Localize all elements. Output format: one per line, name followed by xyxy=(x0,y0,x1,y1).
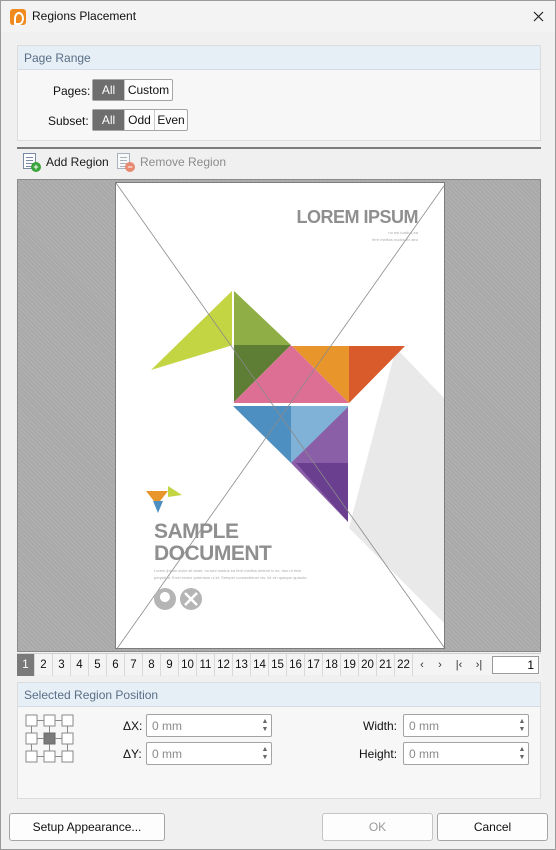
page-button-2[interactable]: 2 xyxy=(35,653,53,676)
page-button-4[interactable]: 4 xyxy=(71,653,89,676)
doc-body-2: perpetua. Errel erclue potentum ui et. S… xyxy=(154,575,307,580)
page-navigator: 1 2 3 4 5 6 7 8 9 10 11 12 13 14 15 16 17 18 19 20 21 22 ‹ › |… xyxy=(17,653,541,676)
page-button-18[interactable]: 18 xyxy=(323,653,341,676)
doc-title: LOREM IPSUM xyxy=(296,207,418,227)
anchor-grid-icon[interactable] xyxy=(25,714,75,764)
width-spinner-icon[interactable]: ▲ ▼ xyxy=(516,715,528,736)
next-page-button[interactable]: › xyxy=(431,654,449,676)
doc-body-1: Lorem ipsum dolor sit amet, no sed tuddu… xyxy=(154,568,301,573)
remove-region-icon: − xyxy=(115,152,135,172)
pages-selector: All Custom xyxy=(92,79,173,101)
region-position-header: Selected Region Position xyxy=(18,683,540,707)
dx-spinner-icon[interactable]: ▲ ▼ xyxy=(259,715,271,736)
page-button-20[interactable]: 20 xyxy=(359,653,377,676)
page-button-21[interactable]: 21 xyxy=(377,653,395,676)
cancel-button[interactable]: Cancel xyxy=(437,813,548,841)
add-region-button[interactable]: + Add Region xyxy=(21,152,109,172)
page-button-11[interactable]: 11 xyxy=(197,653,215,676)
page-button-8[interactable]: 8 xyxy=(143,653,161,676)
app-logo-icon xyxy=(10,9,26,25)
window-title: Regions Placement xyxy=(32,9,137,23)
close-icon xyxy=(533,11,543,22)
prev-page-button[interactable]: ‹ xyxy=(413,654,431,676)
height-value: 0 mm xyxy=(409,747,439,761)
page-button-5[interactable]: 5 xyxy=(89,653,107,676)
doc-subtitle-1: no est tuddus ea xyxy=(388,230,418,235)
width-field[interactable]: 0 mm ▲ ▼ xyxy=(403,714,529,737)
page-button-22[interactable]: 22 xyxy=(395,653,413,676)
page-button-13[interactable]: 13 xyxy=(233,653,251,676)
remove-region-button[interactable]: − Remove Region xyxy=(115,152,226,172)
subset-option-all[interactable]: All xyxy=(93,110,125,130)
page-button-14[interactable]: 14 xyxy=(251,653,269,676)
page-button-3[interactable]: 3 xyxy=(53,653,71,676)
page-button-12[interactable]: 12 xyxy=(215,653,233,676)
width-value: 0 mm xyxy=(409,719,439,733)
document-page-thumbnail: LOREM IPSUM no est tuddus ea ferri melit… xyxy=(115,182,445,649)
page-button-7[interactable]: 7 xyxy=(125,653,143,676)
subset-option-odd[interactable]: Odd xyxy=(125,110,155,130)
dy-field[interactable]: 0 mm ▲ ▼ xyxy=(146,742,272,765)
remove-region-label: Remove Region xyxy=(140,155,227,169)
doc-heading-2: DOCUMENT xyxy=(154,542,272,565)
last-page-button[interactable]: ›| xyxy=(470,654,488,676)
setup-appearance-button[interactable]: Setup Appearance... xyxy=(9,813,165,841)
page-button-15[interactable]: 15 xyxy=(269,653,287,676)
dy-label: ΔY: xyxy=(123,747,142,761)
page-button-16[interactable]: 16 xyxy=(287,653,305,676)
close-button[interactable] xyxy=(521,1,555,32)
dy-value: 0 mm xyxy=(152,747,182,761)
height-spinner-icon[interactable]: ▲ ▼ xyxy=(516,743,528,764)
first-page-button[interactable]: |‹ xyxy=(450,654,468,676)
page-button-6[interactable]: 6 xyxy=(107,653,125,676)
subset-option-even[interactable]: Even xyxy=(155,110,187,130)
dialog-window: Regions Placement Page Range Pages: All … xyxy=(0,0,556,850)
title-bar: Regions Placement xyxy=(1,1,555,32)
width-label: Width: xyxy=(363,719,398,733)
page-button-10[interactable]: 10 xyxy=(179,653,197,676)
pages-option-all[interactable]: All xyxy=(93,80,125,100)
pages-option-custom[interactable]: Custom xyxy=(125,80,172,100)
page-range-header: Page Range xyxy=(18,46,540,70)
page-button-19[interactable]: 19 xyxy=(341,653,359,676)
dy-spinner-icon[interactable]: ▲ ▼ xyxy=(259,743,271,764)
pages-label: Pages: xyxy=(53,84,91,98)
ok-button[interactable]: OK xyxy=(322,813,433,841)
page-button-9[interactable]: 9 xyxy=(161,653,179,676)
section-divider xyxy=(17,147,541,149)
subset-label: Subset: xyxy=(48,114,89,128)
subset-selector: All Odd Even xyxy=(92,109,188,131)
add-region-label: Add Region xyxy=(46,155,109,169)
page-button-17[interactable]: 17 xyxy=(305,653,323,676)
page-button-1[interactable]: 1 xyxy=(17,653,35,676)
dx-field[interactable]: 0 mm ▲ ▼ xyxy=(146,714,272,737)
dx-value: 0 mm xyxy=(152,719,182,733)
height-field[interactable]: 0 mm ▲ ▼ xyxy=(403,742,529,765)
page-preview-area[interactable]: LOREM IPSUM no est tuddus ea ferri melit… xyxy=(17,179,541,652)
add-region-icon: + xyxy=(21,152,41,172)
region-position-panel: Selected Region Position xyxy=(17,682,541,799)
page-range-panel: Page Range Pages: All Custom Subset: All… xyxy=(17,45,541,141)
height-label: Height: xyxy=(359,747,398,761)
dx-label: ΔX: xyxy=(123,719,143,733)
doc-subtitle-2: ferri melitos nudos ex aeu xyxy=(372,237,418,242)
page-number-input[interactable] xyxy=(492,656,539,674)
doc-heading-1: SAMPLE xyxy=(154,520,239,543)
